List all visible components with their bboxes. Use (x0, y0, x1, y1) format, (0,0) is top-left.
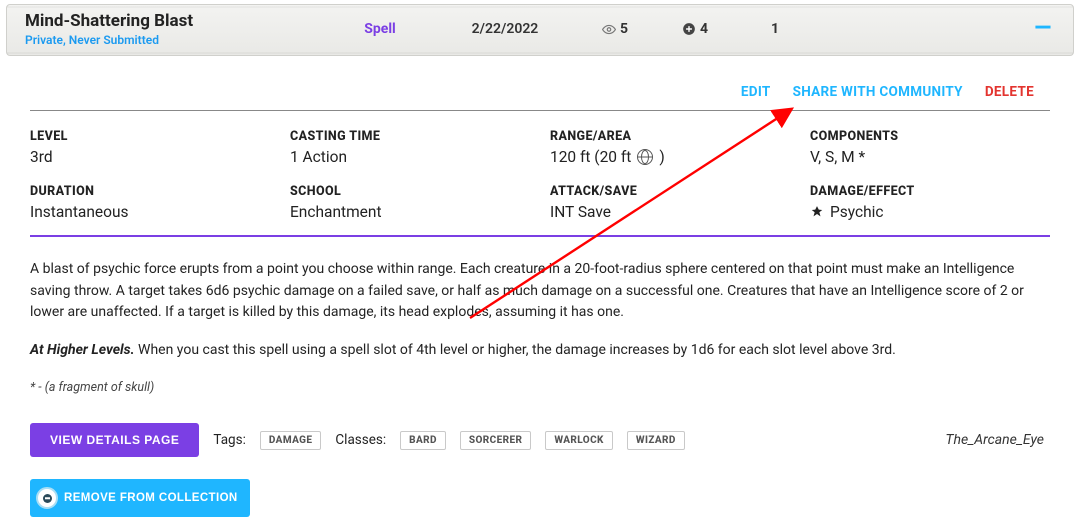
status-subtitle: Private, Never Submitted (25, 33, 325, 47)
author-name[interactable]: The_Arcane_Eye (945, 432, 1050, 448)
remove-from-collection-button[interactable]: REMOVE FROM COLLECTION (30, 479, 250, 517)
date-label: 2/22/2022 (435, 21, 575, 37)
comments-stat: 1 (735, 21, 815, 37)
bottom-row: VIEW DETAILS PAGE Tags: DAMAGE Classes: … (30, 423, 1050, 457)
content-panel: EDIT SHARE WITH COMMUNITY DELETE LEVEL 3… (0, 56, 1080, 529)
divider-top (30, 110, 1050, 111)
delete-link[interactable]: DELETE (985, 84, 1034, 100)
collapse-toggle[interactable]: — (1034, 25, 1055, 34)
sphere-icon (637, 149, 653, 165)
views-count: 5 (620, 21, 628, 37)
share-link[interactable]: SHARE WITH COMMUNITY (793, 84, 963, 100)
eye-icon (602, 22, 616, 36)
class-chip[interactable]: WARLOCK (545, 431, 612, 450)
class-chip[interactable]: BARD (400, 431, 446, 450)
edit-link[interactable]: EDIT (741, 84, 771, 100)
stat-range: RANGE/AREA 120 ft (20 ft ) (550, 129, 810, 166)
stat-school: SCHOOL Enchantment (290, 184, 550, 221)
stat-value: Enchantment (290, 203, 550, 221)
stat-label: CASTING TIME (290, 129, 550, 144)
stat-attack-save: ATTACK/SAVE INT Save (550, 184, 810, 221)
higher-levels-text: When you cast this spell using a spell s… (135, 342, 896, 358)
stat-label: DURATION (30, 184, 290, 199)
stat-value: Instantaneous (30, 203, 290, 221)
stat-value: Psychic (810, 203, 1050, 221)
remove-label: REMOVE FROM COLLECTION (64, 492, 238, 504)
stat-value: INT Save (550, 203, 810, 221)
adds-stat: 4 (655, 21, 735, 37)
stat-label: RANGE/AREA (550, 129, 810, 144)
spell-title: Mind-Shattering Blast (25, 11, 325, 31)
stat-value: V, S, M * (810, 148, 1050, 166)
stat-casting-time: CASTING TIME 1 Action (290, 129, 550, 166)
adds-count: 4 (700, 21, 708, 37)
range-suffix: ) (659, 148, 664, 166)
stat-label: COMPONENTS (810, 129, 1050, 144)
description: A blast of psychic force erupts from a p… (30, 259, 1050, 397)
stat-label: ATTACK/SAVE (550, 184, 810, 199)
stat-components: COMPONENTS V, S, M * (810, 129, 1050, 166)
description-main: A blast of psychic force erupts from a p… (30, 259, 1050, 324)
title-block: Mind-Shattering Blast Private, Never Sub… (25, 11, 325, 47)
item-header-bar[interactable]: Mind-Shattering Blast Private, Never Sub… (6, 4, 1074, 56)
higher-levels-label: At Higher Levels. (30, 342, 135, 358)
class-chip[interactable]: WIZARD (627, 431, 685, 450)
stat-value: 1 Action (290, 148, 550, 166)
stat-grid: LEVEL 3rd CASTING TIME 1 Action RANGE/AR… (30, 129, 1050, 221)
stat-label: SCHOOL (290, 184, 550, 199)
description-higher-levels: At Higher Levels. When you cast this spe… (30, 340, 1050, 362)
stat-label: LEVEL (30, 129, 290, 144)
stat-damage-effect: DAMAGE/EFFECT Psychic (810, 184, 1050, 221)
tags-label: Tags: (213, 432, 245, 448)
range-text: 120 ft (20 ft (550, 148, 631, 166)
comments-count: 1 (771, 21, 779, 37)
plus-circle-icon (682, 22, 696, 36)
stat-duration: DURATION Instantaneous (30, 184, 290, 221)
stat-level: LEVEL 3rd (30, 129, 290, 166)
class-chip[interactable]: SORCERER (460, 431, 531, 450)
classes-label: Classes: (335, 432, 386, 448)
view-details-button[interactable]: VIEW DETAILS PAGE (30, 423, 199, 457)
actions-row: EDIT SHARE WITH COMMUNITY DELETE (30, 56, 1050, 110)
stat-value: 3rd (30, 148, 290, 166)
stat-label: DAMAGE/EFFECT (810, 184, 1050, 199)
material-footnote: * - (a fragment of skull) (30, 378, 1050, 397)
tag-chip[interactable]: DAMAGE (260, 431, 322, 450)
stat-value: 120 ft (20 ft ) (550, 148, 810, 166)
views-stat: 5 (575, 21, 655, 37)
psychic-icon (810, 205, 824, 219)
content-type-label: Spell (325, 21, 435, 37)
divider-purple (30, 235, 1050, 237)
minus-circle-icon (36, 487, 58, 509)
damage-text: Psychic (830, 203, 884, 221)
